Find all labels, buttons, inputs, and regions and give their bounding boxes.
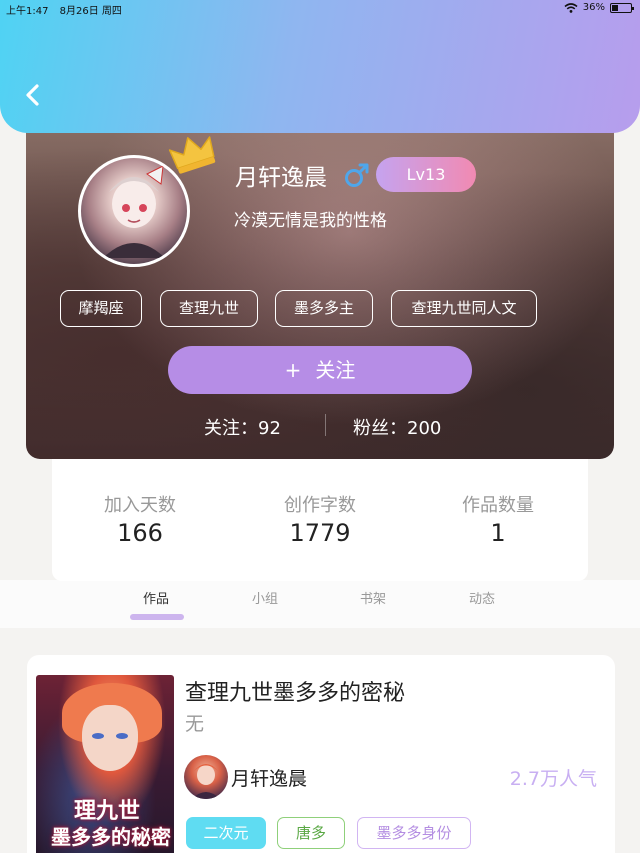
tab-works[interactable]: 作品 [126, 588, 186, 607]
user-signature: 冷漠无情是我的性格 [234, 211, 387, 231]
author-name[interactable]: 月轩逸晨 [231, 764, 307, 791]
following-count[interactable]: 关注：92 [204, 414, 281, 440]
stat-value: 1 [490, 519, 506, 547]
work-title[interactable]: 查理九世墨多多的密秘 [185, 675, 405, 707]
level-badge: Lv13 [376, 157, 476, 192]
author-avatar-illustration [192, 764, 220, 799]
stat-label: 创作字数 [284, 495, 356, 516]
active-tab-indicator [130, 614, 184, 620]
cover-face [82, 705, 138, 771]
cover-eye [92, 733, 104, 739]
stat-label: 作品数量 [462, 495, 534, 516]
status-date: 8月26日 周四 [59, 6, 122, 17]
work-cover-image[interactable]: 理九世 墨多多的秘密 [36, 675, 174, 853]
username: 月轩逸晨 [235, 165, 327, 191]
top-header: 上午1:47 8月26日 周四 36% [0, 0, 640, 133]
stat-join-days: 加入天数 166 [70, 491, 210, 547]
tabs-bar: 作品 小组 书架 动态 [0, 580, 640, 628]
status-bar: 上午1:47 8月26日 周四 36% [0, 0, 640, 18]
tab-groups[interactable]: 小组 [235, 588, 295, 607]
cover-subtitle: 墨多多的秘密 [51, 825, 171, 849]
battery-fill [612, 4, 618, 11]
profile-tag[interactable]: 墨多多主 [275, 290, 373, 327]
fans-value: 200 [407, 418, 442, 439]
status-time: 上午1:47 [6, 6, 49, 17]
fans-label: 粉丝： [353, 418, 407, 439]
cover-eye [116, 733, 128, 739]
profile-tag[interactable]: 查理九世同人文 [391, 290, 537, 327]
work-tag[interactable]: 唐多 [277, 817, 345, 849]
tab-activity[interactable]: 动态 [452, 588, 512, 607]
plus-icon: + [284, 358, 302, 382]
profile-card: 月轩逸晨 Lv13 冷漠无情是我的性格 摩羯座 查理九世 墨多多主 查理九世同人… [26, 110, 614, 459]
work-tag[interactable]: 二次元 [186, 817, 266, 849]
fans-count[interactable]: 粉丝：200 [353, 414, 441, 440]
work-card[interactable]: 理九世 墨多多的秘密 查理九世墨多多的密秘 无 月轩逸晨 2.7万人气 二次元 … [27, 655, 615, 853]
follow-counts: 关注：92 粉丝：200 [26, 410, 614, 440]
male-symbol-icon [345, 163, 369, 187]
following-value: 92 [258, 418, 281, 439]
stat-work-count: 作品数量 1 [428, 491, 568, 547]
work-description: 无 [185, 713, 205, 735]
stat-word-count: 创作字数 1779 [250, 491, 390, 547]
battery-icon [610, 2, 634, 13]
avatar-wrap [78, 136, 216, 267]
back-button[interactable] [20, 80, 46, 110]
follow-label: 关注 [315, 358, 356, 382]
stat-value: 1779 [289, 519, 351, 547]
following-label: 关注： [204, 418, 258, 439]
battery-percent: 36% [582, 2, 605, 13]
stat-label: 加入天数 [104, 495, 176, 516]
crown-icon [168, 136, 216, 174]
stats-panel: 加入天数 166 创作字数 1779 作品数量 1 [52, 455, 588, 581]
stat-value: 166 [117, 519, 163, 547]
counts-divider [325, 414, 326, 436]
profile-tag[interactable]: 查理九世 [160, 290, 258, 327]
tab-bookshelf[interactable]: 书架 [343, 588, 403, 607]
work-tag[interactable]: 墨多多身份 [357, 817, 471, 849]
follow-button[interactable]: + 关注 [168, 346, 472, 394]
work-popularity: 2.7万人气 [509, 768, 597, 790]
author-avatar[interactable] [184, 755, 228, 799]
wifi-icon [564, 2, 578, 13]
profile-tag[interactable]: 摩羯座 [60, 290, 142, 327]
chevron-left-icon [26, 84, 39, 106]
